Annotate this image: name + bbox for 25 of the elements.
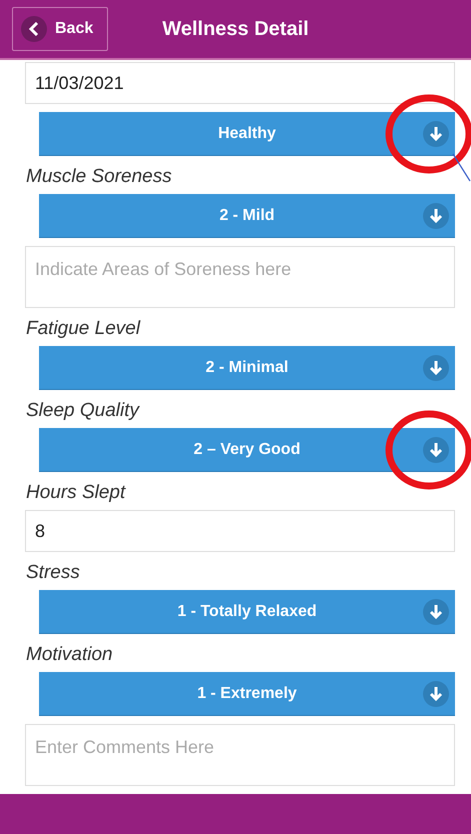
field-label: Muscle Soreness [26,166,173,188]
dropdown-select[interactable]: 2 - Minimal [39,346,455,390]
dropdown-select[interactable]: 2 – Very Good [39,428,455,472]
input-field[interactable]: 8 [25,510,455,552]
dropdown-select[interactable]: 1 - Extremely [39,672,455,716]
field-label: Fatigue Level [26,318,142,340]
field-label: Stress [26,562,81,584]
chevron-left-icon [21,16,47,42]
text-area[interactable]: Indicate Areas of Soreness here [25,246,455,308]
arrow-down-icon [423,437,449,463]
field-label: Hours Slept [26,482,127,504]
arrow-down-icon [423,599,449,625]
back-button[interactable]: Back [12,7,108,51]
field-label: Motivation [26,644,114,666]
text-area[interactable]: Enter Comments Here [25,724,455,786]
dropdown-select[interactable]: 1 - Totally Relaxed [39,590,455,634]
arrow-down-icon [423,121,449,147]
dropdown-select[interactable]: 2 - Mild [39,194,455,238]
arrow-down-icon [423,203,449,229]
field-label: Sleep Quality [26,400,141,422]
page-title: Wellness Detail [162,18,309,40]
input-field[interactable]: 11/03/2021 [25,62,455,104]
arrow-down-icon [423,681,449,707]
dropdown-select[interactable]: Healthy [39,112,455,156]
arrow-down-icon [423,355,449,381]
